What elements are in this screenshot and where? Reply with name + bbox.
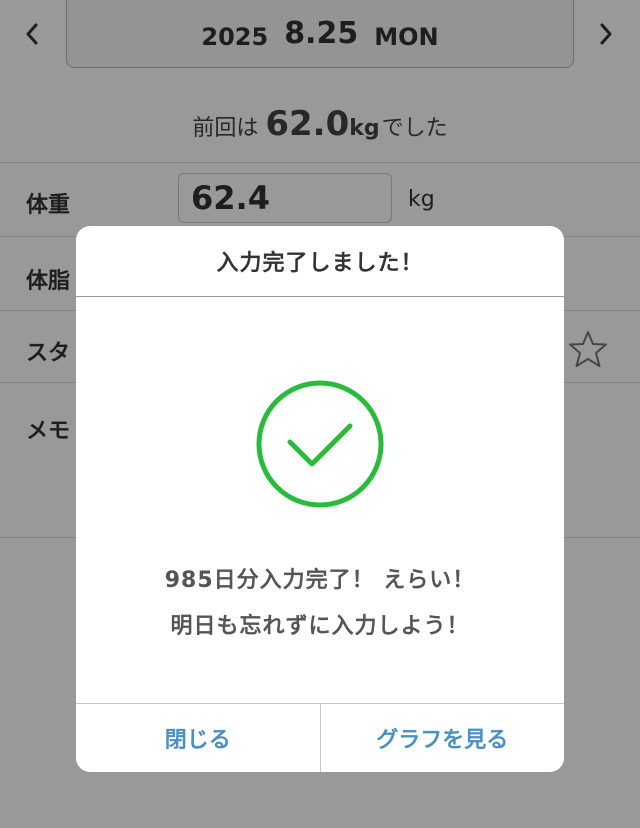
completion-message-line1: 985日分入力完了！ えらい！: [164, 568, 476, 593]
close-button[interactable]: 閉じる: [76, 704, 320, 772]
dialog-footer: 閉じる グラフを見る: [76, 703, 564, 772]
dialog-title: 入力完了しました！: [76, 226, 564, 297]
weight-entry-screen: 2025 8.25 MON 前回は 62.0kgでした 体重 62.4 kg 体…: [0, 0, 640, 828]
check-circle-icon: [256, 380, 384, 508]
view-graph-button[interactable]: グラフを見る: [319, 704, 565, 772]
completion-message-line2: 明日も忘れずに入力しよう！: [170, 614, 470, 639]
completion-dialog: 入力完了しました！ 985日分入力完了！ えらい！ 明日も忘れずに入力しよう！ …: [76, 226, 564, 772]
